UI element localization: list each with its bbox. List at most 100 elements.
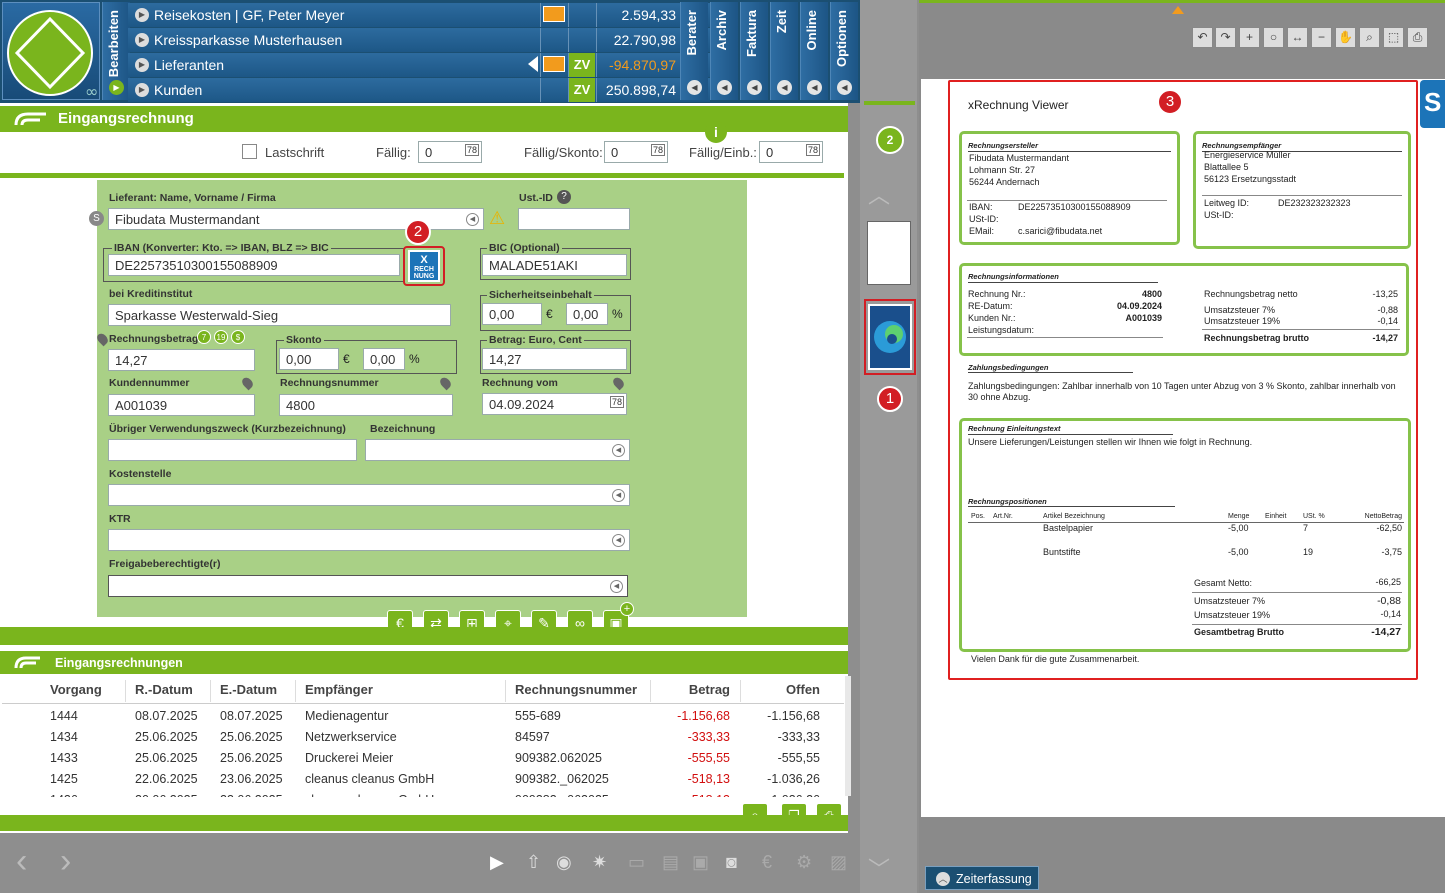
hand-icon[interactable]: ✋ <box>1335 27 1356 48</box>
betrag-input[interactable]: 14,27 <box>482 348 627 370</box>
info-icon[interactable]: i <box>705 121 727 143</box>
euro-doc-icon[interactable]: € <box>762 852 772 873</box>
column-header[interactable]: Vorgang <box>50 682 102 697</box>
cell-betrag: -518,13 <box>650 793 730 797</box>
column-header[interactable]: R.-Datum <box>135 682 193 697</box>
dropdown-arrow-icon[interactable]: ◀ <box>612 534 625 547</box>
zv-badge[interactable]: ZV <box>569 78 595 102</box>
undo-icon[interactable]: ↶ <box>1192 27 1213 48</box>
marker-1: 1 <box>877 386 903 412</box>
amount-badge[interactable]: 19 <box>214 330 228 344</box>
invoice-no-input[interactable]: 4800 <box>279 394 453 416</box>
table-row[interactable]: 1444 08.07.2025 08.07.2025 Medienagentur… <box>2 705 844 726</box>
table-row[interactable]: 1434 25.06.2025 25.06.2025 Netzwerkservi… <box>2 726 844 747</box>
faellig-input[interactable]: 0 78 <box>418 141 482 163</box>
upload-icon[interactable]: ⇧ <box>526 852 541 873</box>
calendar-icon[interactable]: 78 <box>609 396 624 408</box>
app-logo[interactable]: ∞ <box>2 2 100 101</box>
tab-bearbeiten[interactable]: Bearbeiten ▶ <box>102 2 130 100</box>
lastschrift-checkbox[interactable] <box>242 144 257 159</box>
tab-faktura[interactable]: Faktura ◀ <box>740 2 768 100</box>
account-row[interactable]: ▶ Lieferanten -94.870,97 ZV <box>128 53 710 77</box>
approver-select[interactable]: ◀ <box>108 575 628 597</box>
supplier-s-icon[interactable]: S <box>89 211 104 226</box>
amount-input[interactable]: 14,27 <box>108 349 255 371</box>
column-header[interactable]: Empfänger <box>305 682 373 697</box>
image-icon[interactable]: ▨ <box>830 852 847 873</box>
skonto-amount-input[interactable]: 0,00 <box>279 348 339 370</box>
cell-vorgang: 1433 <box>50 751 78 765</box>
customer-no-input[interactable]: A001039 <box>108 394 255 416</box>
document-thumbnail[interactable] <box>867 221 911 285</box>
tab-zeiterfassung[interactable]: ︿ Zeiterfassung <box>925 866 1039 890</box>
mail-icon[interactable] <box>543 6 565 22</box>
account-row[interactable]: ▶ Reisekosten | GF, Peter Meyer 2.594,33 <box>128 3 710 27</box>
invoice-date-input[interactable]: 04.09.2024 78 <box>482 393 627 415</box>
tab-zeit[interactable]: Zeit ◀ <box>770 2 798 100</box>
help-icon[interactable]: ? <box>557 190 571 204</box>
amount-badge[interactable]: 7 <box>197 330 211 344</box>
add-icon[interactable]: + <box>620 602 634 616</box>
column-header[interactable]: E.-Datum <box>220 682 277 697</box>
tab-online[interactable]: Online ◀ <box>800 2 828 100</box>
scroll-up-icon[interactable]: ︿ <box>868 178 890 210</box>
nav-forward-icon[interactable]: › <box>60 842 71 881</box>
select-icon[interactable]: ⬚ <box>1383 27 1404 48</box>
cell-e-datum: 25.06.2025 <box>220 730 283 744</box>
search-icon[interactable]: ⌕ <box>1359 27 1380 48</box>
xrechnung-button[interactable]: X RECH NUNG <box>408 250 440 282</box>
tab-berater[interactable]: Berater ◀ <box>680 2 708 100</box>
security-amount-input[interactable]: 0,00 <box>482 303 542 325</box>
amount-badge[interactable]: $ <box>231 330 245 344</box>
total-label: Gesamt Netto: <box>1194 578 1253 588</box>
ktr-select[interactable]: ◀ <box>108 529 630 551</box>
youtube-icon[interactable]: ▶ <box>490 852 504 873</box>
column-header[interactable]: Offen <box>735 682 820 697</box>
column-header[interactable]: Betrag <box>650 682 730 697</box>
print-icon[interactable]: ⎙ <box>1407 27 1428 48</box>
cost-center-select[interactable]: ◀ <box>108 484 630 506</box>
einb-due-input[interactable]: 0 78 <box>759 141 823 163</box>
zoom-in-icon[interactable]: + <box>1239 27 1260 48</box>
table-row[interactable]: 1433 25.06.2025 25.06.2025 Druckerei Mei… <box>2 747 844 768</box>
dropdown-arrow-icon[interactable]: ◀ <box>466 213 479 226</box>
table-row[interactable]: 1425 22.06.2025 23.06.2025 cleanus clean… <box>2 768 844 789</box>
iban-input[interactable]: DE22573510300155088909 <box>108 254 400 276</box>
account-row[interactable]: ▶ Kreissparkasse Musterhausen 22.790,98 <box>128 28 710 52</box>
bic-input[interactable]: MALADE51AKI <box>482 254 627 276</box>
security-percent-input[interactable]: 0,00 <box>566 303 608 325</box>
zoom-reset-icon[interactable]: ○ <box>1263 27 1284 48</box>
table-row[interactable]: 1426 20.06.2025 23.06.2025 cleanus clean… <box>2 789 844 797</box>
dropdown-arrow-icon[interactable]: ◀ <box>612 489 625 502</box>
camera-icon[interactable]: ◙ <box>726 852 737 873</box>
designation-select[interactable]: ◀ <box>365 439 630 461</box>
skonto-due-input[interactable]: 0 78 <box>604 141 668 163</box>
edge-browser-button[interactable] <box>868 304 912 370</box>
skonto-percent-input[interactable]: 0,00 <box>363 348 405 370</box>
eye-icon[interactable]: ◉ <box>556 852 572 873</box>
column-header[interactable]: Rechnungsnummer <box>515 682 637 697</box>
document-icon[interactable]: ▭ <box>628 852 645 873</box>
settings-icon[interactable]: ⚙ <box>796 852 812 873</box>
tab-optionen[interactable]: Optionen ◀ <box>830 2 858 100</box>
ustid-input[interactable] <box>518 208 630 230</box>
scroll-down-icon[interactable]: ﹀ <box>868 852 890 884</box>
bank-input[interactable]: Sparkasse Westerwald-Sieg <box>108 304 451 326</box>
dropdown-arrow-icon[interactable]: ◀ <box>610 580 623 593</box>
tab-archiv[interactable]: Archiv ◀ <box>710 2 738 100</box>
zoom-out-icon[interactable]: − <box>1311 27 1332 48</box>
dropdown-arrow-icon[interactable]: ◀ <box>612 444 625 457</box>
zv-badge[interactable]: ZV <box>569 53 595 77</box>
redo-icon[interactable]: ↷ <box>1215 27 1236 48</box>
purpose-input[interactable] <box>108 439 357 461</box>
scrollbar[interactable] <box>845 676 851 796</box>
idea-icon[interactable]: ✷ <box>592 852 607 873</box>
splitter-handle-icon[interactable] <box>1172 6 1184 14</box>
list-icon[interactable]: ▤ <box>662 852 679 873</box>
account-row[interactable]: ▶ Kunden 250.898,74 ZV <box>128 78 710 102</box>
account-balance: 2.594,33 <box>621 7 677 23</box>
mail-icon[interactable] <box>543 56 565 72</box>
fit-width-icon[interactable]: ↔ <box>1287 27 1308 48</box>
nav-back-icon[interactable]: ‹ <box>16 842 27 881</box>
archive-icon[interactable]: ▣ <box>692 852 709 873</box>
